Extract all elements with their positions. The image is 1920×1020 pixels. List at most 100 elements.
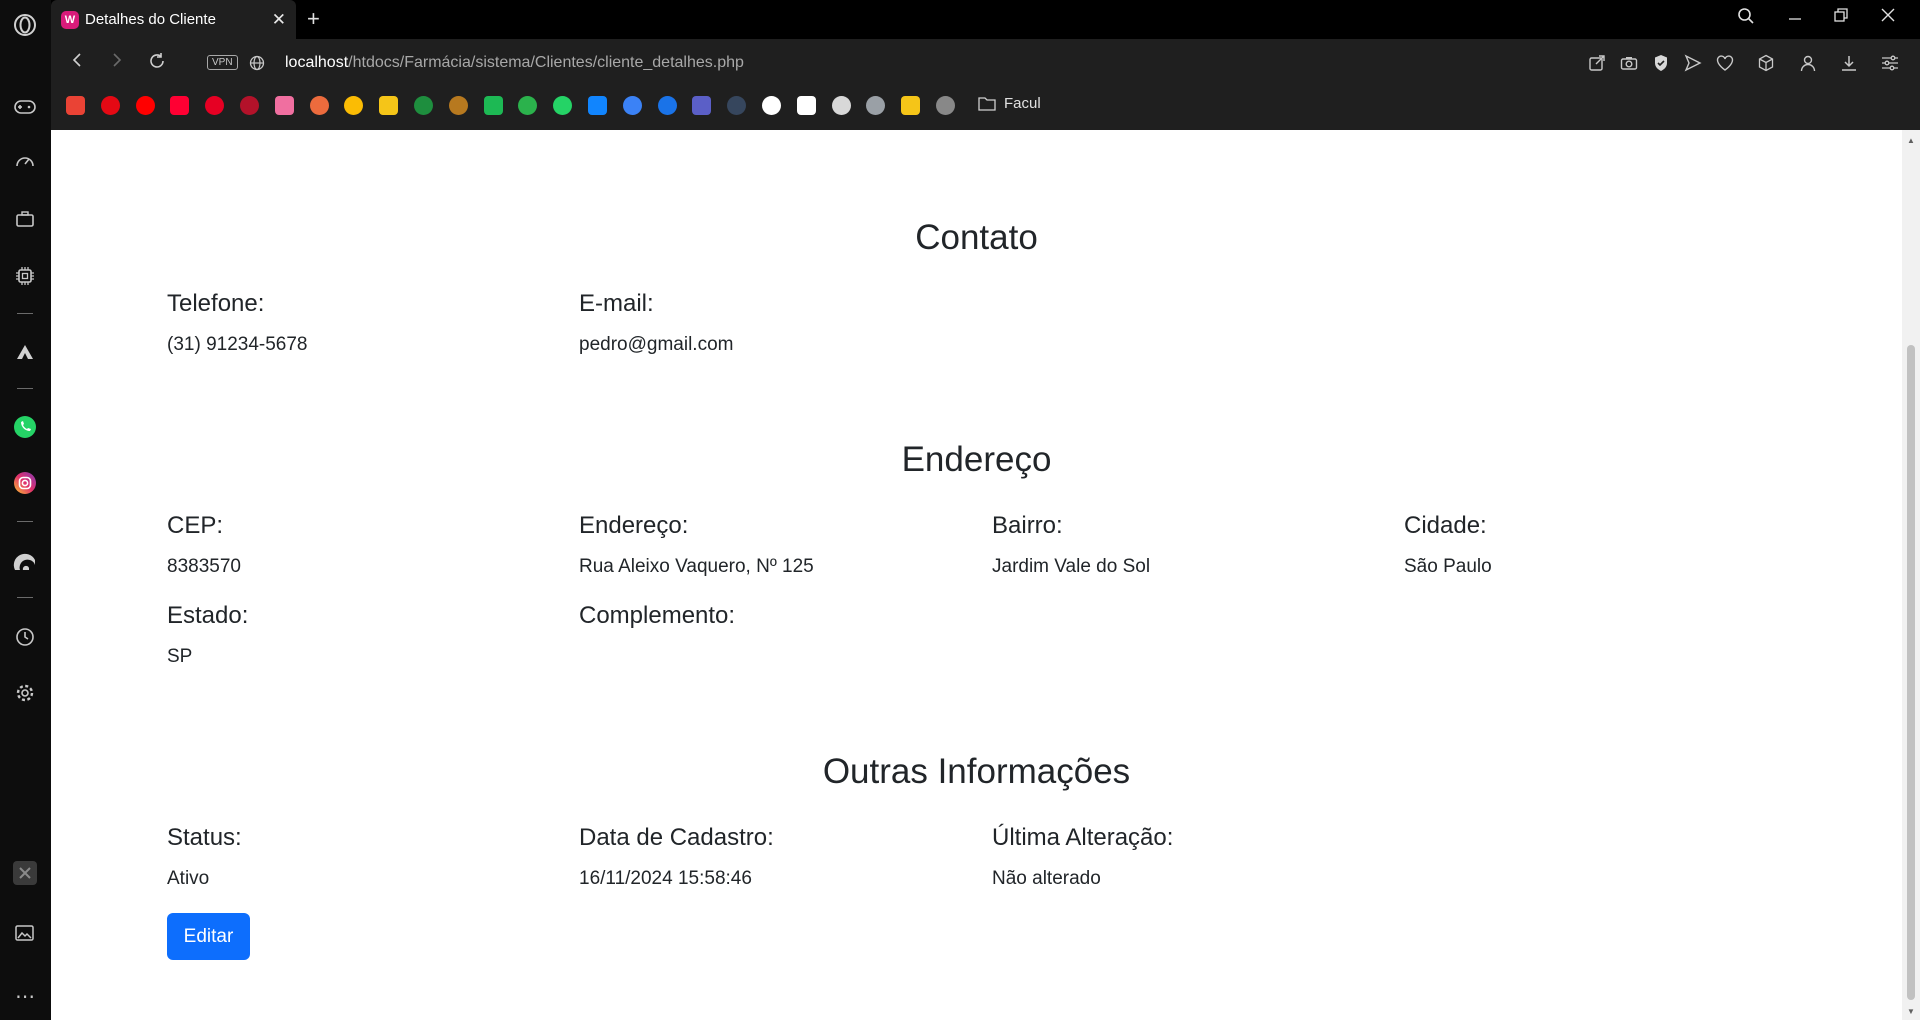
bookmark-gmail-icon[interactable] bbox=[66, 96, 85, 115]
bairro-value: Jardim Vale do Sol bbox=[992, 556, 1151, 577]
url-path: /htdocs/Farmácia/sistema/Clientes/client… bbox=[348, 54, 744, 71]
bookmark-netflix-icon[interactable] bbox=[100, 96, 120, 115]
sidebar-divider bbox=[17, 388, 33, 389]
scrollbar-thumb[interactable] bbox=[1907, 345, 1915, 1000]
share-icon[interactable] bbox=[1587, 53, 1607, 73]
new-tab-icon[interactable]: + bbox=[307, 6, 320, 32]
endereco-label: Endereço: bbox=[579, 512, 689, 539]
bookmark-youtube-music-icon[interactable] bbox=[170, 96, 190, 115]
search-tabs-icon[interactable] bbox=[1734, 7, 1758, 30]
gallery-icon[interactable] bbox=[13, 921, 37, 945]
alteracao-value: Não alterado bbox=[992, 868, 1101, 889]
alteracao-label: Última Alteração: bbox=[992, 824, 1174, 851]
bookmark-teams-icon[interactable] bbox=[692, 96, 712, 115]
bairro-label: Bairro: bbox=[992, 512, 1063, 539]
endereco-value: Rua Aleixo Vaquero, Nº 125 bbox=[579, 556, 814, 577]
tab-title: Detalhes do Cliente bbox=[85, 11, 216, 28]
email-label: E-mail: bbox=[579, 290, 654, 317]
bookmark-play-site-icon[interactable] bbox=[657, 96, 677, 115]
instagram-icon[interactable] bbox=[13, 471, 37, 495]
bookmark-blue-site-icon[interactable] bbox=[622, 96, 642, 115]
sidebar-divider bbox=[17, 597, 33, 598]
bookmark-classroom-icon[interactable] bbox=[414, 96, 433, 115]
estado-value: SP bbox=[167, 646, 193, 667]
restore-icon[interactable] bbox=[1829, 7, 1853, 28]
vpn-badge[interactable]: VPN bbox=[207, 55, 238, 70]
status-value: Ativo bbox=[167, 868, 210, 889]
cep-label: CEP: bbox=[167, 512, 224, 539]
page-content: Contato Telefone: (31) 91234-5678 E-mail… bbox=[51, 130, 1902, 1020]
close-window-icon[interactable] bbox=[1876, 7, 1900, 28]
bookmark-cat-site-icon[interactable] bbox=[936, 96, 955, 115]
cidade-label: Cidade: bbox=[1404, 512, 1487, 539]
cep-value: 8383570 bbox=[167, 556, 241, 577]
site-info-globe-icon[interactable] bbox=[247, 53, 267, 73]
bookmark-letterboxd-icon[interactable] bbox=[901, 96, 921, 115]
sidebar-divider bbox=[17, 521, 33, 522]
estado-label: Estado: bbox=[167, 602, 249, 629]
bookmark-youtube-icon[interactable] bbox=[135, 96, 155, 115]
download-icon[interactable] bbox=[1839, 53, 1859, 73]
page-scrollbar[interactable]: ▲ ▼ bbox=[1902, 130, 1920, 1020]
folder-icon bbox=[978, 97, 996, 111]
url-field[interactable]: localhost/htdocs/Farmácia/sistema/Client… bbox=[285, 54, 744, 72]
bookmark-crown-site-icon[interactable] bbox=[379, 96, 399, 115]
adblock-shield-icon[interactable] bbox=[1651, 53, 1671, 73]
back-icon[interactable] bbox=[66, 52, 88, 73]
address-toolbar: VPN localhost/htdocs/Farmácia/sistema/Cl… bbox=[51, 39, 1920, 89]
email-value: pedro@gmail.com bbox=[579, 334, 734, 355]
bookmark-bluesky-icon[interactable] bbox=[588, 96, 607, 115]
bookmark-roblox-icon[interactable] bbox=[831, 96, 851, 115]
bookmark-folder-facul[interactable]: Facul bbox=[978, 95, 1041, 112]
bookmark-anime-site-icon[interactable] bbox=[240, 96, 259, 115]
send-icon[interactable] bbox=[1683, 53, 1703, 73]
browser-sidebar: ⋯ bbox=[0, 0, 51, 1020]
cube-extensions-icon[interactable] bbox=[1756, 53, 1776, 73]
scroll-down-icon[interactable]: ▼ bbox=[1907, 1007, 1915, 1016]
history-clock-icon[interactable] bbox=[13, 625, 37, 649]
bookmark-pink-site-icon[interactable] bbox=[274, 96, 294, 115]
forward-icon[interactable] bbox=[106, 52, 128, 73]
cadastro-label: Data de Cadastro: bbox=[579, 824, 774, 851]
bookmark-red-site-icon[interactable] bbox=[309, 96, 329, 115]
telefone-label: Telefone: bbox=[167, 290, 265, 317]
section-title-endereco: Endereço bbox=[901, 440, 1052, 479]
sidebar-divider bbox=[17, 313, 33, 314]
tab-bar: W Detalhes do Cliente ✕ + bbox=[51, 0, 1920, 39]
settings-gear-icon[interactable] bbox=[13, 681, 37, 705]
more-options-icon[interactable]: ⋯ bbox=[13, 984, 37, 1008]
reload-icon[interactable] bbox=[146, 52, 168, 75]
bookmark-spotify-icon[interactable] bbox=[483, 96, 503, 115]
section-title-contato: Contato bbox=[915, 218, 1038, 257]
camera-icon[interactable] bbox=[1619, 53, 1639, 73]
easy-setup-sliders-icon[interactable] bbox=[1880, 53, 1900, 73]
tab-favicon-icon: W bbox=[61, 10, 79, 29]
active-tab[interactable]: W Detalhes do Cliente ✕ bbox=[51, 0, 296, 39]
gamepad-icon[interactable] bbox=[13, 95, 37, 119]
cadastro-value: 16/11/2024 15:58:46 bbox=[579, 868, 752, 889]
bookmark-library-site-icon[interactable] bbox=[448, 96, 468, 115]
edit-button[interactable]: Editar bbox=[167, 913, 250, 960]
telefone-value: (31) 91234-5678 bbox=[167, 334, 308, 355]
bookmark-folder-label: Facul bbox=[1004, 95, 1041, 112]
cpu-icon[interactable] bbox=[13, 264, 37, 288]
profile-icon[interactable] bbox=[1798, 53, 1818, 73]
cidade-value: São Paulo bbox=[1404, 556, 1492, 577]
whatsapp-icon[interactable] bbox=[13, 415, 37, 439]
scroll-up-icon[interactable]: ▲ bbox=[1907, 136, 1915, 145]
arc-icon[interactable] bbox=[13, 548, 37, 572]
status-label: Status: bbox=[167, 824, 242, 851]
complemento-label: Complemento: bbox=[579, 602, 736, 629]
bookmark-x-icon[interactable] bbox=[762, 96, 781, 115]
bookmark-github-icon[interactable] bbox=[796, 96, 816, 115]
opera-logo-icon[interactable] bbox=[13, 13, 37, 37]
section-title-outras: Outras Informações bbox=[822, 752, 1131, 791]
heart-icon[interactable] bbox=[1715, 53, 1735, 73]
aria-icon[interactable] bbox=[13, 340, 37, 364]
tab-close-icon[interactable]: ✕ bbox=[272, 10, 286, 30]
url-host: localhost bbox=[285, 54, 349, 71]
briefcase-icon[interactable] bbox=[13, 207, 37, 231]
speedometer-icon[interactable] bbox=[13, 150, 37, 174]
minimize-icon[interactable] bbox=[1783, 7, 1807, 28]
extension-icon[interactable] bbox=[13, 861, 37, 885]
